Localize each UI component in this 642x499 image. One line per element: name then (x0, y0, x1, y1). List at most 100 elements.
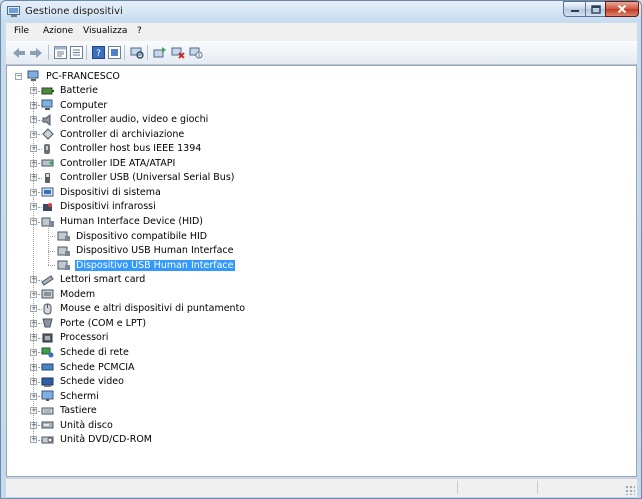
tree-category-11-label: Modem (60, 288, 96, 300)
hid-device-icon (57, 260, 70, 271)
list-view-button[interactable] (69, 45, 84, 60)
tree-category-7-label: Dispositivi di sistema (60, 186, 161, 198)
maximize-icon (590, 4, 601, 14)
tree-category-16[interactable]: Schede PCMCIA (41, 360, 136, 374)
infrared-icon (43, 202, 52, 211)
monitor-icon (41, 390, 54, 402)
dvd-drive-icon (41, 436, 54, 444)
tree-category-19[interactable]: Tastiere (41, 404, 98, 418)
system-devices-icon (41, 187, 54, 197)
tree-category-15-label: Schede di rete (60, 346, 129, 358)
menu-visualizza[interactable]: Visualizza (83, 26, 127, 36)
help-button[interactable]: ? (91, 45, 106, 60)
properties-view-icon (54, 46, 67, 59)
properties-icon (108, 46, 121, 59)
speaker-icon (42, 113, 51, 126)
menu-help[interactable]: ? (137, 26, 142, 36)
tree-root-pc-francesco[interactable]: PC-FRANCESCO (27, 69, 121, 83)
tree-category-5[interactable]: Controller IDE ATA/ATAPI (41, 156, 176, 170)
disable-device-button[interactable] (188, 45, 203, 60)
tree-category-5-label: Controller IDE ATA/ATAPI (60, 157, 176, 169)
tree-device-9-2[interactable]: Dispositivo USB Human Interface (57, 258, 235, 272)
close-button[interactable] (605, 1, 639, 17)
tree-category-20[interactable]: Unità disco (41, 418, 114, 432)
minimize-button[interactable] (563, 1, 585, 17)
tree-category-13[interactable]: Porte (COM e LPT) (41, 316, 147, 330)
tree-category-3[interactable]: Controller di archiviazione (41, 127, 185, 141)
tree-category-6-label: Controller USB (Universal Serial Bus) (60, 172, 235, 184)
tree-category-12-label: Mouse e altri dispositivi di puntamento (60, 303, 246, 315)
tree-category-4[interactable]: Controller host bus IEEE 1394 (41, 142, 202, 156)
tree-category-7[interactable]: Dispositivi di sistema (41, 185, 162, 199)
tree-category-12[interactable]: Mouse e altri dispositivi di puntamento (41, 302, 246, 316)
uninstall-device-button[interactable] (170, 45, 185, 60)
tree-category-11[interactable]: Modem (41, 287, 96, 301)
usb-icon (45, 172, 50, 183)
tree-category-1-label: Computer (60, 99, 108, 111)
tree-category-2[interactable]: Controller audio, video e giochi (41, 113, 209, 127)
modem-icon (41, 289, 54, 299)
expand-toggle-21[interactable]: + (30, 436, 37, 444)
view-button[interactable] (53, 45, 68, 60)
forward-arrow-icon (29, 47, 42, 58)
uninstall-device-icon (171, 47, 185, 59)
storage-icon (42, 128, 54, 140)
back-button[interactable] (11, 45, 26, 60)
disk-drive-icon (41, 421, 54, 429)
tree-device-9-1[interactable]: Dispositivo USB Human Interface (57, 244, 235, 258)
title-bar[interactable]: Gestione dispositivi (1, 1, 641, 23)
menu-file[interactable]: File (14, 26, 29, 36)
root-collapse-toggle[interactable]: − (15, 72, 22, 80)
scan-hardware-button[interactable] (129, 45, 144, 60)
maximize-button[interactable] (585, 1, 605, 17)
toolbar-separator (86, 45, 87, 60)
tree-category-0[interactable]: Batterie (41, 84, 99, 98)
tree-category-14[interactable]: Processori (41, 331, 109, 345)
tree-root-pc-francesco-label: PC-FRANCESCO (46, 70, 120, 82)
tree-category-1[interactable]: Computer (41, 98, 108, 112)
window-title: Gestione dispositivi (25, 6, 123, 17)
back-arrow-icon (12, 47, 25, 58)
tree-category-10[interactable]: Lettori smart card (41, 273, 146, 287)
svg-text:?: ? (96, 49, 101, 59)
tree-category-18-label: Schermi (60, 390, 99, 402)
device-tree-panel[interactable]: − PC-FRANCESCO + Batterie + Computer + Controll… (6, 65, 637, 477)
tree-connector-line (48, 250, 55, 252)
help-icon: ? (92, 46, 105, 59)
tree-connector-line (48, 226, 49, 266)
tree-category-8[interactable]: Dispositivi infrarossi (41, 200, 157, 214)
tree-category-3-label: Controller di archiviazione (60, 128, 185, 140)
hid-device-icon (57, 231, 70, 242)
tree-category-18[interactable]: Schermi (41, 389, 100, 403)
ieee1394-icon (44, 143, 50, 154)
update-driver-button[interactable] (152, 45, 167, 60)
scan-hardware-icon (130, 47, 144, 59)
computer-icon (27, 70, 39, 81)
update-driver-icon (153, 47, 166, 58)
status-segment (537, 481, 618, 494)
resize-grip[interactable] (625, 485, 635, 495)
tree-category-21-label: Unità DVD/CD-ROM (60, 434, 152, 446)
tree-category-6[interactable]: Controller USB (Universal Serial Bus) (41, 171, 236, 185)
tree-category-10-label: Lettori smart card (60, 274, 146, 286)
status-segment (457, 481, 538, 494)
hid-device-icon (57, 246, 70, 256)
menu-azione[interactable]: Azione (43, 26, 73, 36)
network-card-icon (41, 347, 54, 358)
tree-category-0-label: Batterie (60, 85, 99, 97)
tree-category-17[interactable]: Schede video (41, 375, 125, 389)
forward-button[interactable] (28, 45, 43, 60)
close-icon (617, 4, 627, 14)
minimize-icon (570, 10, 579, 12)
tree-category-15[interactable]: Schede di rete (41, 345, 130, 359)
tree-category-14-label: Processori (60, 332, 109, 344)
tree-category-21[interactable]: Unità DVD/CD-ROM (41, 433, 153, 447)
processor-icon (42, 333, 53, 343)
toolbar-separator (48, 45, 49, 60)
properties-button[interactable] (107, 45, 122, 60)
tree-device-9-0[interactable]: Dispositivo compatibile HID (57, 229, 208, 243)
tree-category-9[interactable]: Human Interface Device (HID) (41, 215, 204, 229)
tree-category-16-label: Schede PCMCIA (60, 361, 135, 373)
video-card-icon (41, 377, 54, 387)
menu-bar: File Azione Visualizza ? (6, 23, 637, 41)
